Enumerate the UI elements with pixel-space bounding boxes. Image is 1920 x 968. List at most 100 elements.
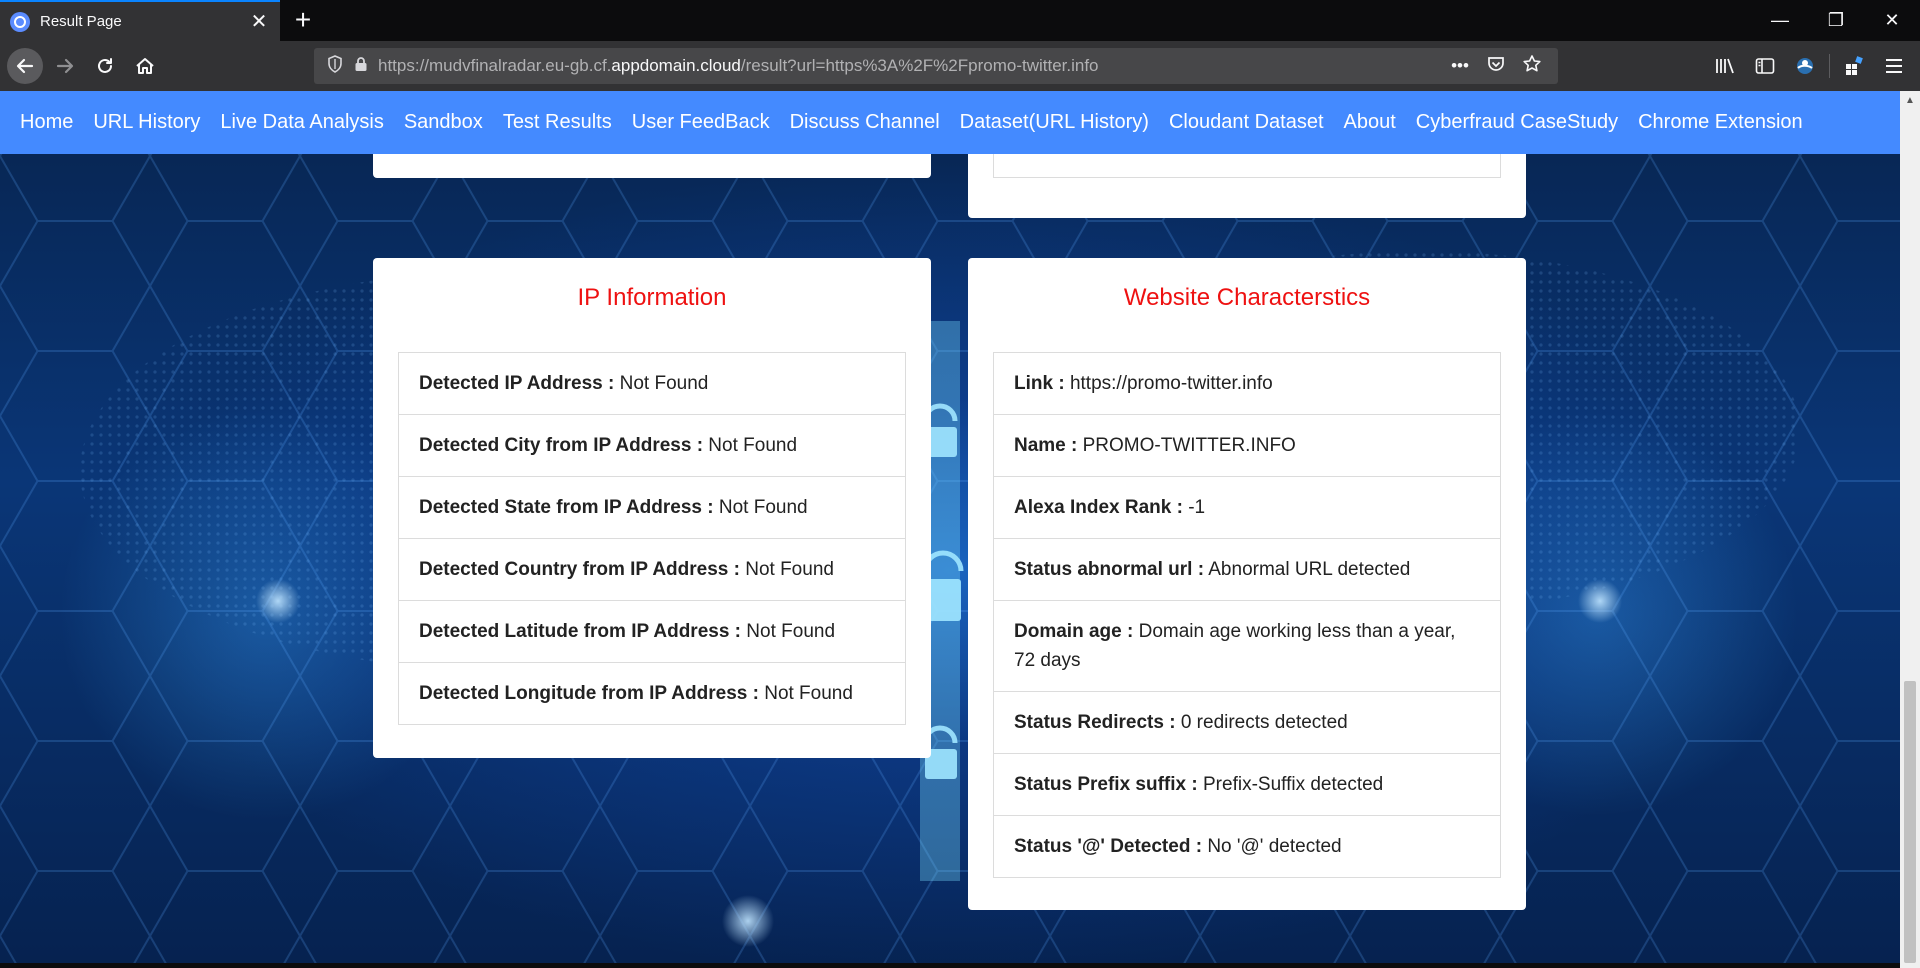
item-label: Status Redirects : [1014,712,1176,733]
arrow-right-icon [56,58,74,74]
ip-information-title: IP Information [577,284,727,311]
list-item: Name : PROMO-TWITTER.INFO [994,414,1500,476]
item-value: No '@' detected [1202,836,1342,857]
list-item: Domain age : Domain age working less tha… [994,600,1500,691]
website-characteristics-title: Website Characterstics [1123,284,1371,311]
item-label: Domain age : [1014,621,1134,642]
back-button[interactable] [7,48,43,84]
reload-icon [98,58,112,73]
list-item: Status Redirects : 0 redirects detected [994,691,1500,753]
home-button[interactable] [127,48,163,84]
item-value: Not Found [741,621,836,642]
item-value: Prefix-Suffix detected [1197,774,1384,795]
address-bar[interactable]: https://mudvfinalradar.eu-gb.cf.appdomai… [314,48,1558,84]
tab-close-icon[interactable]: ✕ [244,9,274,34]
extensions-icon[interactable] [1834,48,1874,84]
list-item: Alexa Index Rank : -1 [994,476,1500,538]
list-item: Link : https://promo-twitter.info [994,353,1500,414]
list-item: Detected State from IP Address : Not Fou… [399,476,905,538]
item-value: 0 redirects detected [1175,712,1348,733]
browser-toolbar-right [1705,48,1914,84]
page-viewport: Home URL History Live Data Analysis Sand… [0,91,1900,963]
item-value: PROMO-TWITTER.INFO [1077,435,1296,456]
item-value: Abnormal URL detected [1204,559,1411,580]
nav-link-url-history[interactable]: URL History [93,111,200,134]
item-label: Detected Latitude from IP Address : [419,621,742,642]
scroll-up-arrow-icon[interactable]: ▲ [1900,91,1920,111]
browser-tab-active[interactable]: Result Page ✕ [0,0,280,41]
list-item: Status abnormal url : Abnormal URL detec… [994,538,1500,600]
forward-button[interactable] [47,48,83,84]
nav-link-discuss-channel[interactable]: Discuss Channel [790,111,940,134]
scroll-thumb[interactable] [1904,681,1916,963]
item-label: Status Prefix suffix : [1014,774,1198,795]
library-icon[interactable] [1705,48,1745,84]
item-value: https://promo-twitter.info [1064,373,1273,394]
page-scrollbar[interactable]: ▲ [1900,91,1920,968]
nav-link-home[interactable]: Home [20,111,73,134]
item-label: Detected IP Address : [419,373,615,394]
browser-tab-bar: Result Page ✕ + — ❐ ✕ [0,0,1920,41]
item-label: Detected City from IP Address : [419,435,704,456]
item-label: Detected Longitude from IP Address : [419,683,759,704]
list-item: Detected Country from IP Address : Not F… [399,538,905,600]
page-actions-menu-icon[interactable]: ••• [1442,56,1478,76]
home-icon [136,58,154,74]
item-value: Not Found [614,373,709,394]
item-value: Not Found [703,435,798,456]
profile-extension-icon[interactable] [1785,48,1825,84]
ip-information-card: IP Information Detected IP Address : Not… [373,258,931,758]
website-characteristics-card: Website Characterstics Link : https://pr… [968,258,1526,910]
list-item: Detected Longitude from IP Address : Not… [399,662,905,724]
nav-link-chrome-extension[interactable]: Chrome Extension [1638,111,1803,134]
padlock-icon[interactable] [350,56,372,76]
window-bottom-edge [0,963,1900,968]
sidebar-icon[interactable] [1745,48,1785,84]
item-label: Name : [1014,435,1078,456]
item-label: Link : [1014,373,1065,394]
item-label: Status abnormal url : [1014,559,1205,580]
url-path: /result?url=https%3A%2F%2Fpromo-twitter.… [740,56,1099,75]
restore-button[interactable]: ❐ [1808,0,1864,41]
item-label: Alexa Index Rank : [1014,497,1183,518]
nav-link-about[interactable]: About [1344,111,1396,134]
ip-information-list: Detected IP Address : Not Found Detected… [398,352,906,725]
item-label: Detected Country from IP Address : [419,559,740,580]
nav-link-sandbox[interactable]: Sandbox [404,111,483,134]
toolbar-separator [1829,54,1830,78]
close-window-button[interactable]: ✕ [1864,0,1920,41]
nav-link-live-data-analysis[interactable]: Live Data Analysis [220,111,383,134]
bookmark-star-icon[interactable] [1514,54,1550,79]
nav-link-cloudant-dataset[interactable]: Cloudant Dataset [1169,111,1324,134]
minimize-button[interactable]: — [1752,0,1808,41]
arrow-left-icon [16,58,34,74]
url-text[interactable]: https://mudvfinalradar.eu-gb.cf.appdomai… [378,56,1442,76]
item-value: Not Found [739,559,834,580]
new-tab-button[interactable]: + [286,4,320,38]
list-item: Detected IP Address : Not Found [399,353,905,414]
item-label: Detected State from IP Address : [419,497,714,518]
item-value: -1 [1182,497,1206,518]
cyber-security-background [0,91,1900,963]
item-value: Not Found [713,497,808,518]
site-navigation-bar: Home URL History Live Data Analysis Sand… [0,91,1900,154]
list-item: Detected Latitude from IP Address : Not … [399,600,905,662]
nav-link-dataset-url-history[interactable]: Dataset(URL History) [960,111,1149,134]
nav-link-test-results[interactable]: Test Results [503,111,612,134]
url-actions: ••• [1442,54,1550,79]
url-domain: appdomain.cloud [611,56,741,75]
site-favicon-icon [10,11,30,32]
list-item: Status '@' Detected : No '@' detected [994,815,1500,877]
nav-link-cyberfraud-casestudy[interactable]: Cyberfraud CaseStudy [1416,111,1618,134]
tracking-shield-icon[interactable] [320,54,350,78]
url-prefix: https://mudvfinalradar.eu-gb.cf. [378,56,612,75]
browser-navigation-bar: https://mudvfinalradar.eu-gb.cf.appdomai… [0,41,1920,91]
reload-button[interactable] [87,48,123,84]
nav-link-user-feedback[interactable]: User FeedBack [632,111,770,134]
list-item: Detected City from IP Address : Not Foun… [399,414,905,476]
pocket-icon[interactable] [1478,55,1514,78]
item-value: Not Found [758,683,853,704]
tab-title: Result Page [40,13,122,30]
hamburger-menu-icon[interactable] [1874,48,1914,84]
list-item: Status Prefix suffix : Prefix-Suffix det… [994,753,1500,815]
